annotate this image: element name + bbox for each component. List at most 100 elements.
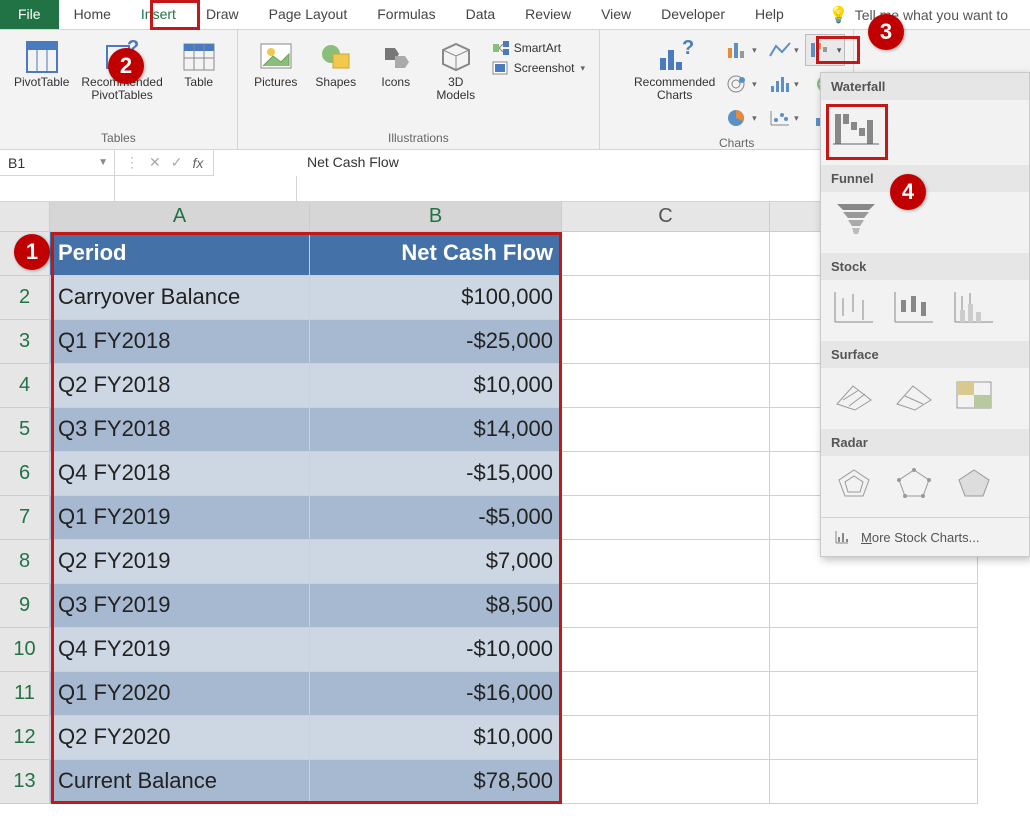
cell[interactable]: Q1 FY2020 xyxy=(50,672,310,716)
icons-button[interactable]: Icons xyxy=(366,34,426,93)
row-header[interactable]: 11 xyxy=(0,672,50,716)
cell[interactable]: $100,000 xyxy=(310,276,562,320)
row-header[interactable]: 5 xyxy=(0,408,50,452)
row-header[interactable]: 2 xyxy=(0,276,50,320)
cell[interactable] xyxy=(770,628,978,672)
row-header[interactable]: 12 xyxy=(0,716,50,760)
cell[interactable]: -$5,000 xyxy=(310,496,562,540)
row-header[interactable]: 10 xyxy=(0,628,50,672)
row-header[interactable]: 7 xyxy=(0,496,50,540)
recommended-charts-button[interactable]: ? Recommended Charts xyxy=(628,34,721,106)
row-header[interactable]: 6 xyxy=(0,452,50,496)
surface-chart-option-2[interactable] xyxy=(893,378,935,415)
cell[interactable]: Q1 FY2019 xyxy=(50,496,310,540)
row-header[interactable]: 8 xyxy=(0,540,50,584)
cell[interactable] xyxy=(770,672,978,716)
waterfall-chart-option[interactable] xyxy=(833,110,879,151)
pictures-button[interactable]: Pictures xyxy=(246,34,306,93)
more-stock-charts-link[interactable]: More Stock Charts... xyxy=(821,517,1029,556)
row-header[interactable]: 4 xyxy=(0,364,50,408)
surface-chart-option-1[interactable] xyxy=(833,378,875,415)
stock-chart-option-3[interactable] xyxy=(953,290,995,327)
stock-chart-option-2[interactable] xyxy=(893,290,935,327)
row-header[interactable]: 3 xyxy=(0,320,50,364)
tell-me-search[interactable]: 💡 Tell me what you want to xyxy=(829,0,1008,29)
cell[interactable]: -$16,000 xyxy=(310,672,562,716)
cell[interactable]: $10,000 xyxy=(310,364,562,408)
cell[interactable] xyxy=(562,760,770,804)
insert-scatter-chart-button[interactable]: ▾ xyxy=(763,102,803,134)
cell[interactable]: -$15,000 xyxy=(310,452,562,496)
cell[interactable] xyxy=(562,672,770,716)
cell[interactable] xyxy=(770,716,978,760)
cell[interactable]: $8,500 xyxy=(310,584,562,628)
col-header-b[interactable]: B xyxy=(310,202,562,231)
cell[interactable]: $10,000 xyxy=(310,716,562,760)
insert-hierarchy-chart-button[interactable]: ▾ xyxy=(721,68,761,100)
stock-chart-option-1[interactable] xyxy=(833,290,875,327)
cell[interactable] xyxy=(562,540,770,584)
3d-models-button[interactable]: 3D Models xyxy=(426,34,486,106)
cell[interactable]: -$25,000 xyxy=(310,320,562,364)
cell[interactable] xyxy=(562,452,770,496)
shapes-button[interactable]: Shapes xyxy=(306,34,366,93)
formula-insert-icon[interactable]: ⋮ xyxy=(125,154,139,171)
screenshot-button[interactable]: Screenshot▾ xyxy=(486,60,591,76)
row-header[interactable]: 13 xyxy=(0,760,50,804)
cell[interactable] xyxy=(770,760,978,804)
table-button[interactable]: Table xyxy=(169,34,229,93)
cell[interactable]: Period xyxy=(50,232,310,276)
cell[interactable]: Q4 FY2018 xyxy=(50,452,310,496)
cell[interactable] xyxy=(562,628,770,672)
insert-column-chart-button[interactable]: ▾ xyxy=(721,34,761,66)
cell[interactable]: Current Balance xyxy=(50,760,310,804)
radar-chart-option-1[interactable] xyxy=(833,466,875,503)
cell[interactable]: Q2 FY2020 xyxy=(50,716,310,760)
col-header-c[interactable]: C xyxy=(562,202,770,231)
formula-cancel-icon[interactable]: ✕ xyxy=(149,154,161,171)
cell[interactable] xyxy=(562,276,770,320)
cell[interactable]: Q2 FY2019 xyxy=(50,540,310,584)
cell[interactable]: Net Cash Flow xyxy=(310,232,562,276)
tab-draw[interactable]: Draw xyxy=(191,0,254,29)
cell[interactable] xyxy=(562,232,770,276)
tab-file[interactable]: File xyxy=(0,0,59,29)
chevron-down-icon[interactable]: ▼ xyxy=(98,157,108,168)
tab-developer[interactable]: Developer xyxy=(646,0,740,29)
cell[interactable]: Q4 FY2019 xyxy=(50,628,310,672)
tab-home[interactable]: Home xyxy=(59,0,126,29)
col-header-a[interactable]: A xyxy=(50,202,310,231)
cell[interactable]: Carryover Balance xyxy=(50,276,310,320)
insert-line-chart-button[interactable]: ▾ xyxy=(763,34,803,66)
cell[interactable]: $78,500 xyxy=(310,760,562,804)
cell[interactable] xyxy=(562,320,770,364)
cell[interactable]: Q1 FY2018 xyxy=(50,320,310,364)
cell[interactable] xyxy=(770,584,978,628)
tab-data[interactable]: Data xyxy=(451,0,511,29)
tab-review[interactable]: Review xyxy=(510,0,586,29)
row-header[interactable]: 9 xyxy=(0,584,50,628)
tab-page-layout[interactable]: Page Layout xyxy=(254,0,363,29)
smartart-button[interactable]: SmartArt xyxy=(486,40,591,56)
cell[interactable]: Q2 FY2018 xyxy=(50,364,310,408)
cell[interactable]: Q3 FY2018 xyxy=(50,408,310,452)
name-box[interactable]: B1 ▼ xyxy=(0,150,115,176)
insert-pie-chart-button[interactable]: ▾ xyxy=(721,102,761,134)
cell[interactable] xyxy=(562,716,770,760)
cell[interactable]: $14,000 xyxy=(310,408,562,452)
tab-formulas[interactable]: Formulas xyxy=(362,0,450,29)
cell[interactable]: Q3 FY2019 xyxy=(50,584,310,628)
funnel-chart-option[interactable] xyxy=(833,202,879,239)
insert-waterfall-chart-button[interactable] xyxy=(805,34,845,66)
cell[interactable]: $7,000 xyxy=(310,540,562,584)
insert-statistic-chart-button[interactable]: ▾ xyxy=(763,68,803,100)
cell[interactable] xyxy=(562,584,770,628)
cell[interactable] xyxy=(562,496,770,540)
tab-help[interactable]: Help xyxy=(740,0,799,29)
tab-view[interactable]: View xyxy=(586,0,646,29)
cell[interactable] xyxy=(562,364,770,408)
formula-enter-icon[interactable]: ✓ xyxy=(171,154,183,171)
tab-insert[interactable]: Insert xyxy=(126,0,191,29)
pivottable-button[interactable]: PivotTable xyxy=(8,34,75,93)
select-all-triangle[interactable] xyxy=(0,202,50,231)
